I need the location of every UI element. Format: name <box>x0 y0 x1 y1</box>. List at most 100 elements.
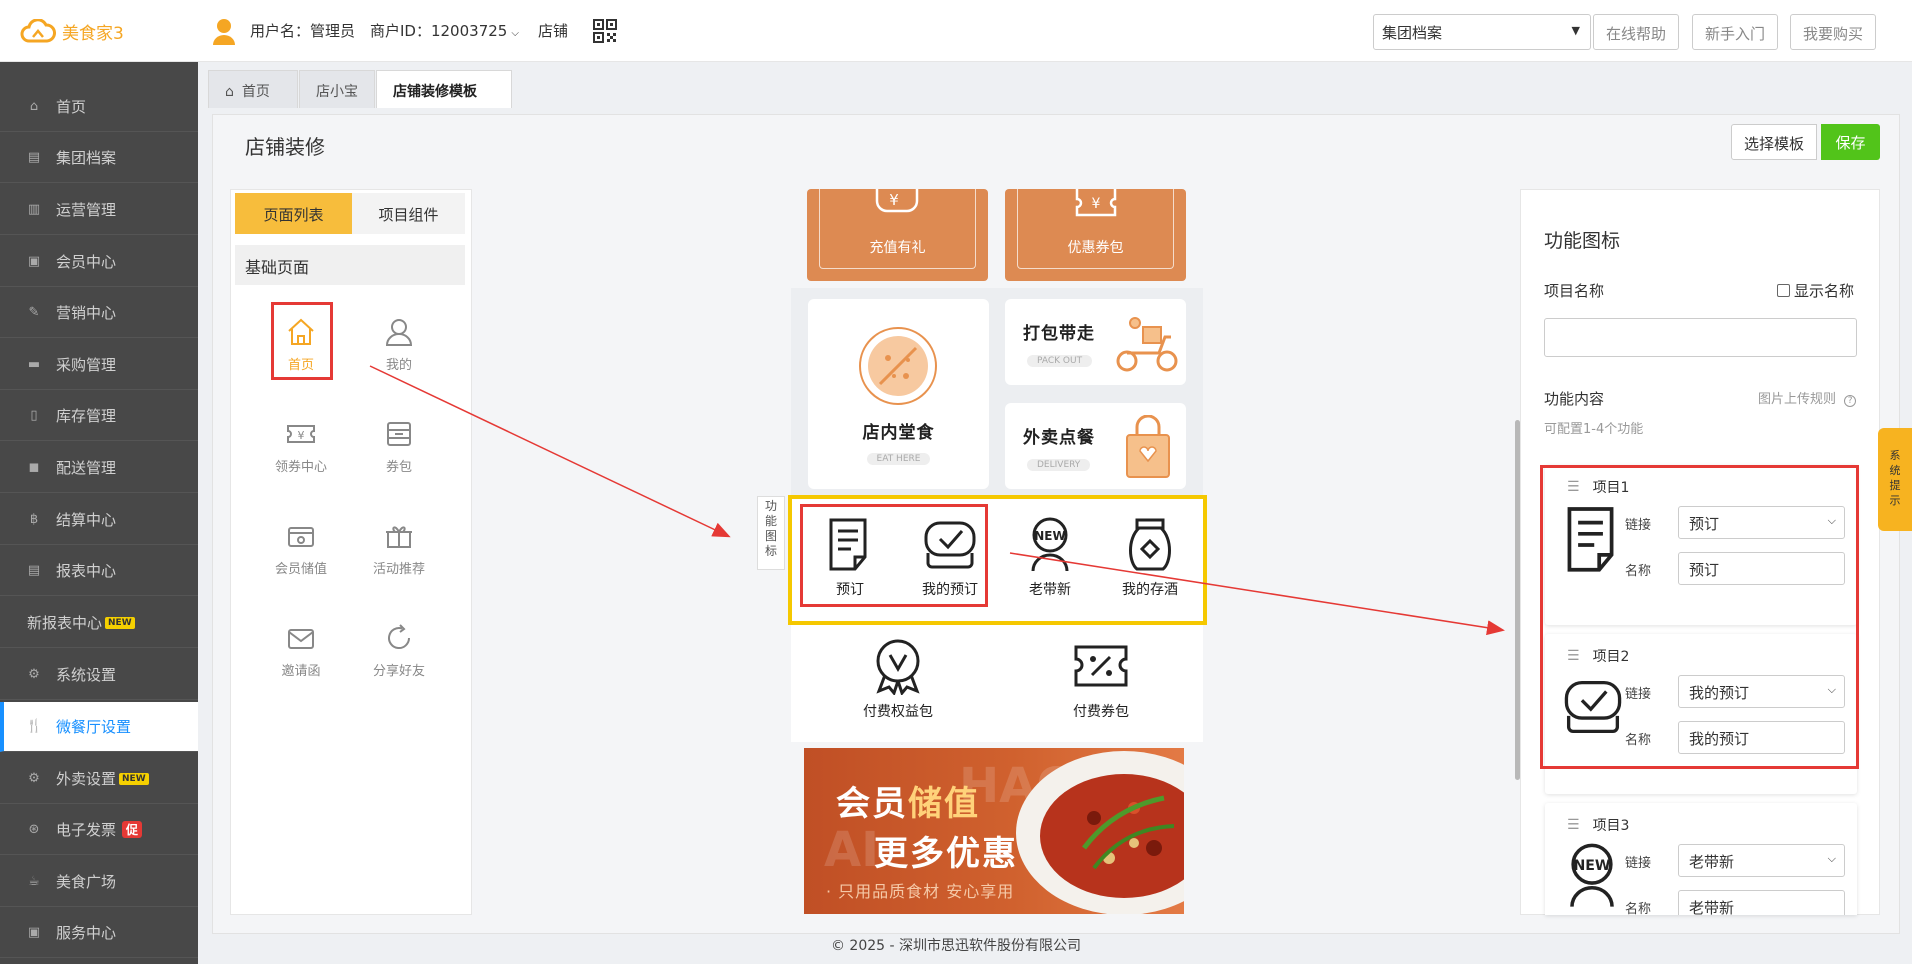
func-item-my-wine[interactable]: 我的存酒 <box>1100 517 1200 599</box>
sidebar-item-purchasing[interactable]: ▬ 采购管理 <box>0 340 198 390</box>
recharge-gift-card[interactable]: ¥ 充值有礼 <box>807 189 988 281</box>
cutlery-icon: 🍴 <box>26 719 43 734</box>
sidebar-item-label: 系统设置 <box>56 666 117 684</box>
delivery-sub-wrap: DELIVERY <box>1027 455 1091 471</box>
page-item-activity[interactable]: 活动推荐 <box>359 520 439 577</box>
sidebar-item-group-archive[interactable]: ▤ 集团档案 <box>0 133 198 183</box>
page-item-invitation[interactable]: 邀请函 <box>261 622 341 679</box>
scooter-icon <box>1116 317 1178 372</box>
save-button[interactable]: 保存 <box>1821 124 1880 160</box>
coupon-pack-card[interactable]: ¥ 优惠券包 <box>1005 189 1186 281</box>
drag-handle-icon[interactable]: ☰ <box>1567 817 1580 833</box>
sidebar-item-takeout-settings[interactable]: ⚙ 外卖设置 NEW <box>0 754 198 804</box>
item-name-input[interactable] <box>1544 318 1857 357</box>
page-item-share-friends[interactable]: 分享好友 <box>359 622 439 679</box>
page-item-label: 领券中心 <box>274 460 327 475</box>
member-stored-value-banner[interactable]: HAO AI 会员储值 更多优惠 · 只用品质食材 安心享用 <box>804 748 1184 914</box>
gift-icon <box>386 526 412 548</box>
page-item-member-stored-value[interactable]: 会员储值 <box>261 520 341 577</box>
svg-text:¥: ¥ <box>1092 196 1101 212</box>
system-tip-tab[interactable]: 系统提示 <box>1878 428 1912 531</box>
page-item-coupon-center[interactable]: ¥ 领券中心 <box>261 418 341 475</box>
page-item-label: 活动推荐 <box>372 562 425 577</box>
sidebar-item-food-plaza[interactable]: ☕ 美食广场 <box>0 857 198 907</box>
sidebar-item-new-reports[interactable]: 新报表中心 NEW <box>0 598 198 648</box>
new-user-icon[interactable]: NEW <box>1562 843 1622 909</box>
merchant-id-dropdown[interactable]: 商户ID：12003725 ⌵ <box>370 20 519 41</box>
sidebar-item-marketing[interactable]: ✎ 营销中心 <box>0 288 198 338</box>
show-name-checkbox[interactable]: 显示名称 <box>1777 280 1854 301</box>
tab-home[interactable]: ⌂ 首页 <box>208 70 298 108</box>
ticket-icon: ¥ <box>287 425 315 443</box>
qr-code-icon[interactable] <box>593 19 617 47</box>
merchant-id-label: 商户ID：12003725 <box>370 22 508 40</box>
sidebar-item-label: 集团档案 <box>56 149 117 167</box>
username-label: 用户名：管理员 <box>250 22 356 40</box>
group-select[interactable]: 集团档案 ▼ <box>1373 14 1591 50</box>
banner-line3: · 只用品质食材 安心享用 <box>826 882 1015 901</box>
sidebar-item-delivery[interactable]: ◼ 配送管理 <box>0 443 198 493</box>
new-user-icon: NEW <box>1031 517 1069 572</box>
share-icon <box>388 624 411 650</box>
pack-out-card[interactable]: 打包带走 PACK OUT <box>1005 299 1186 385</box>
envelope-icon <box>288 629 314 649</box>
tip-char: 示 <box>1889 494 1901 507</box>
side-char: 功 <box>764 499 777 513</box>
svg-text:NEW: NEW <box>1034 529 1065 543</box>
function-icon-side-tab[interactable]: 功能图标 <box>757 496 785 570</box>
tab-store-template[interactable]: 店铺装修模板 <box>376 70 512 108</box>
sidebar-item-home[interactable]: ⌂ 首页 <box>0 82 198 132</box>
paid-label: 付费权益包 <box>863 704 933 720</box>
page-title: 店铺装修 <box>245 135 325 159</box>
question-circle-icon: ? <box>1844 395 1857 407</box>
buy-button[interactable]: 我要购买 <box>1790 14 1877 50</box>
beginner-guide-button[interactable]: 新手入门 <box>1692 14 1779 50</box>
sidebar-item-system-settings[interactable]: ⚙ 系统设置 <box>0 650 198 700</box>
choose-template-button[interactable]: 选择模板 <box>1731 124 1818 160</box>
tab-dianxiaobao[interactable]: 店小宝 <box>299 70 375 108</box>
name-input[interactable]: 老带新 <box>1678 890 1845 915</box>
selected-projects-highlight <box>1540 465 1859 769</box>
banner-line1-a: 会员 <box>836 784 908 824</box>
func-item-label: 我的存酒 <box>1122 582 1178 598</box>
cloud-logo-icon <box>20 19 56 43</box>
online-help-button[interactable]: 在线帮助 <box>1593 14 1680 50</box>
delivery-card[interactable]: 外卖点餐 DELIVERY <box>1005 403 1186 489</box>
badge-icon <box>876 639 920 695</box>
wine-jar-icon <box>1129 518 1171 571</box>
sidebar-item-inventory[interactable]: ▯ 库存管理 <box>0 391 198 441</box>
preview-scrollbar[interactable] <box>1515 420 1520 780</box>
upload-rule-link[interactable]: 图片上传规则 ? <box>1758 388 1857 407</box>
dine-in-card[interactable]: 店内堂食 EAT HERE <box>808 299 989 489</box>
paid-coupon-pack[interactable]: 付费券包 <box>1046 637 1156 721</box>
link-select[interactable]: 老带新 ⌵ <box>1678 844 1845 877</box>
sidebar-item-member-center[interactable]: ▣ 会员中心 <box>0 237 198 287</box>
store-link[interactable]: 店铺 <box>538 20 568 41</box>
sidebar-item-settlement[interactable]: ฿ 结算中心 <box>0 495 198 545</box>
tab-project-components[interactable]: 项目组件 <box>352 193 465 234</box>
coupon-pack-label: 优惠券包 <box>1067 240 1124 256</box>
pack-out-sub: PACK OUT <box>1027 355 1093 367</box>
tab-page-list[interactable]: 页面列表 <box>235 193 352 234</box>
sidebar-item-reports[interactable]: ▤ 报表中心 <box>0 546 198 596</box>
clipboard-icon: ▯ <box>30 408 38 423</box>
func-item-label: 老带新 <box>1029 582 1071 598</box>
sidebar-item-label: 新报表中心 <box>27 614 103 632</box>
coupon-bag-icon <box>387 422 411 446</box>
sidebar-item-operations[interactable]: ▥ 运营管理 <box>0 185 198 235</box>
sidebar-item-e-invoice[interactable]: ⊛ 电子发票促 <box>0 805 198 855</box>
paid-label: 付费券包 <box>1073 704 1129 720</box>
side-char: 能 <box>764 514 777 528</box>
checkbox-icon <box>1777 284 1790 297</box>
file-icon: ▤ <box>27 150 41 165</box>
app-logo[interactable]: 美食家3 <box>20 18 124 44</box>
page-item-coupon-bag[interactable]: 券包 <box>359 418 439 475</box>
page-item-mine[interactable]: 我的 <box>359 316 439 373</box>
svg-text:¥: ¥ <box>889 191 899 209</box>
func-item-refer-new[interactable]: NEW 老带新 <box>1000 517 1100 599</box>
new-badge: NEW <box>105 616 135 629</box>
promo-badge: 促 <box>122 821 143 838</box>
paid-benefit-pack[interactable]: 付费权益包 <box>843 637 953 721</box>
sidebar-item-micro-restaurant[interactable]: 🍴 微餐厅设置 <box>0 702 198 752</box>
selected-highlight <box>271 302 333 380</box>
